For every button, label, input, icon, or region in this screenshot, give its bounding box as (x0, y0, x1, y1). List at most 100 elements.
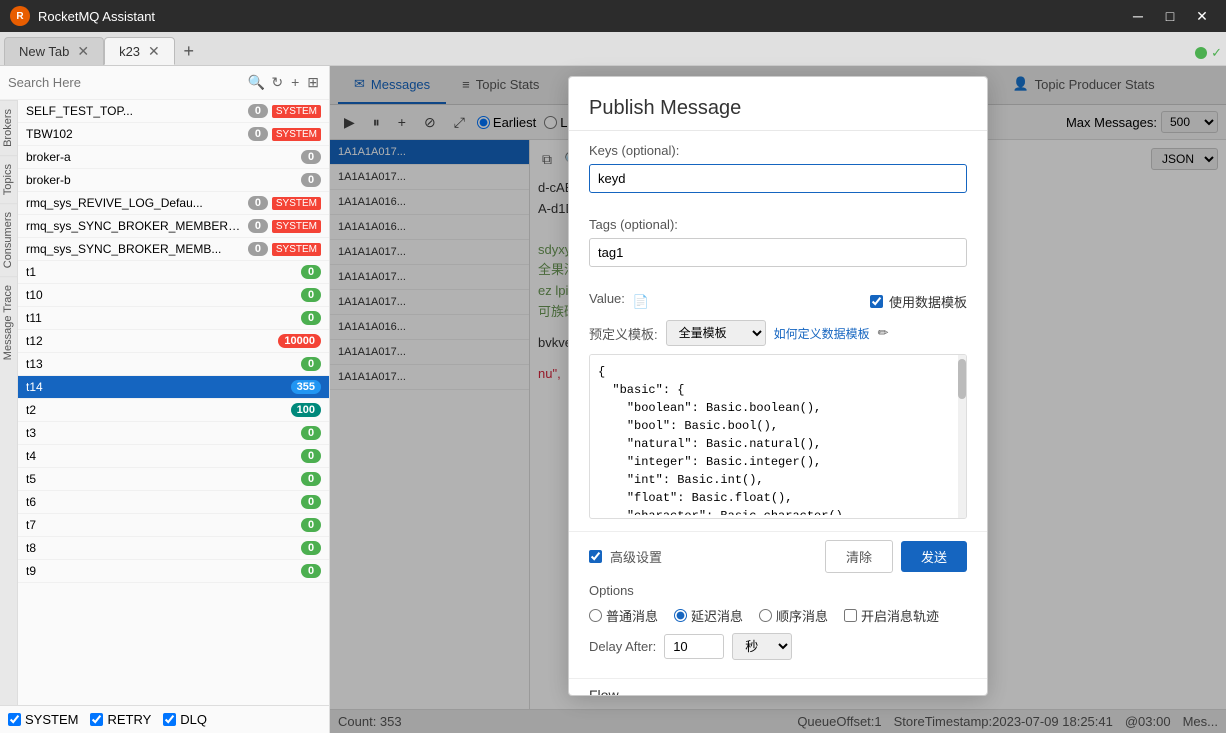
sidebar-item-badge: 0 (248, 219, 268, 233)
use-template-label: 使用数据模板 (889, 292, 967, 311)
file-icon[interactable]: 📄 (633, 294, 649, 310)
sidebar-list-item[interactable]: t30 (18, 422, 329, 445)
sidebar-list-item[interactable]: t90 (18, 560, 329, 583)
tags-input[interactable] (589, 238, 967, 267)
template-row: 预定义模板: 全量模板 如何定义数据模板 ✏ (589, 320, 967, 346)
tab-close-icon[interactable]: ✕ (77, 43, 89, 60)
sidebar-label-message-trace[interactable]: Message Trace (0, 276, 17, 368)
advanced-section: 高级设置 清除 发送 Options 普通消息 延迟消息 (569, 531, 987, 678)
close-button[interactable]: ✕ (1188, 2, 1216, 30)
sidebar-list-item[interactable]: t5 0 (18, 468, 329, 491)
sidebar-item-tag: SYSTEM (272, 197, 321, 210)
tab-add-button[interactable]: + (175, 37, 203, 65)
keys-section: Keys (optional): (569, 131, 987, 205)
sidebar-item-name: t6 (26, 495, 297, 509)
textarea-scrollbar (958, 355, 966, 518)
options-label: Options (589, 583, 967, 598)
template-select[interactable]: 全量模板 (666, 320, 766, 346)
sidebar-item-tag: SYSTEM (272, 105, 321, 118)
tab-new-tab[interactable]: New Tab ✕ (4, 37, 104, 65)
use-template-checkbox[interactable] (870, 295, 883, 308)
sidebar-list-item[interactable]: rmq_sys_SYNC_BROKER_MEMBER_broker-a 0 SYST… (18, 215, 329, 238)
sidebar-list-item[interactable]: t13 0 (18, 353, 329, 376)
sidebar-list-item[interactable]: broker-b0 (18, 169, 329, 192)
sidebar-list-item[interactable]: t100 (18, 284, 329, 307)
delay-unit-select[interactable]: 秒 分 时 (732, 633, 792, 660)
sidebar-list-item[interactable]: rmq_sys_SYNC_BROKER_MEMB...0SYSTEM (18, 238, 329, 261)
sidebar-list-item[interactable]: rmq_sys_REVIVE_LOG_Defau...0SYSTEM (18, 192, 329, 215)
sidebar-item-badge: 0 (301, 472, 321, 486)
tags-label: Tags (optional): (589, 217, 967, 232)
textarea-scrollbar-thumb (958, 359, 966, 399)
sidebar-item-name: t2 (26, 403, 287, 417)
sidebar-vertical-labels: Brokers Topics Consumers Message Trace (0, 100, 18, 705)
checkbox-trace[interactable]: 开启消息轨迹 (844, 606, 939, 625)
maximize-button[interactable]: □ (1156, 2, 1184, 30)
sidebar-item-name: t5 (26, 472, 297, 486)
sidebar-item-tag: SYSTEM (272, 220, 321, 233)
sidebar-item-name: t12 (26, 334, 274, 348)
sidebar-label-topics[interactable]: Topics (0, 155, 17, 203)
sidebar-list-item[interactable]: t10 (18, 261, 329, 284)
send-button[interactable]: 发送 (901, 541, 967, 572)
sidebar-item-badge: 0 (301, 449, 321, 463)
filter-retry[interactable]: RETRY (90, 712, 151, 727)
advanced-checkbox[interactable] (589, 550, 602, 563)
value-row: Value: 📄 使用数据模板 (589, 291, 967, 312)
window-controls: ─ □ ✕ (1124, 2, 1216, 30)
app-icon: R (10, 6, 30, 26)
refresh-icon[interactable]: ↻ (269, 72, 285, 93)
more-icon[interactable]: ⊞ (305, 72, 321, 93)
sidebar-list-item[interactable]: t60 (18, 491, 329, 514)
sidebar-item-badge: 0 (301, 173, 321, 187)
sidebar-item-tag: SYSTEM (272, 128, 321, 141)
sidebar-list-item[interactable]: t2100 (18, 399, 329, 422)
sidebar-item-name: t1 (26, 265, 297, 279)
edit-template-icon[interactable]: ✏ (878, 325, 889, 341)
radio-ordered[interactable]: 顺序消息 (759, 606, 828, 625)
sidebar-list-item[interactable]: TBW1020SYSTEM (18, 123, 329, 146)
sidebar-list-item[interactable]: t1210000 (18, 330, 329, 353)
value-textarea[interactable]: { "basic": { "boolean": Basic.boolean(),… (590, 355, 966, 515)
value-textarea-container: { "basic": { "boolean": Basic.boolean(),… (589, 354, 967, 519)
clear-button[interactable]: 清除 (825, 540, 893, 573)
minimize-button[interactable]: ─ (1124, 2, 1152, 30)
radio-normal[interactable]: 普通消息 (589, 606, 658, 625)
sidebar-label-consumers[interactable]: Consumers (0, 203, 17, 276)
sidebar-list-item[interactable]: t80 (18, 537, 329, 560)
sidebar-label-brokers[interactable]: Brokers (0, 100, 17, 155)
sidebar-list-item[interactable]: t110 (18, 307, 329, 330)
flow-label: Flow (589, 687, 967, 696)
filter-system[interactable]: SYSTEM (8, 712, 78, 727)
define-template-link[interactable]: 如何定义数据模板 (774, 325, 870, 342)
sidebar-list-item[interactable]: SELF_TEST_TOP... 0 SYSTEM (18, 100, 329, 123)
sidebar-item-name: rmq_sys_REVIVE_LOG_Defau... (26, 196, 244, 210)
add-icon[interactable]: + (289, 72, 301, 93)
sidebar-list-item[interactable]: t4 0 (18, 445, 329, 468)
delay-label: Delay After: (589, 639, 656, 654)
sidebar-item-name: t13 (26, 357, 297, 371)
tab-k23[interactable]: k23 ✕ (104, 37, 175, 65)
sidebar-item-name: SELF_TEST_TOP... (26, 104, 244, 118)
app-title: RocketMQ Assistant (38, 9, 1124, 24)
filter-dlq[interactable]: DLQ (163, 712, 207, 727)
sidebar-item-name: t4 (26, 449, 297, 463)
tab-close-active-icon[interactable]: ✕ (148, 43, 160, 60)
sidebar-list-item[interactable]: broker-a0 (18, 146, 329, 169)
use-template-row: 使用数据模板 (870, 292, 967, 311)
delay-input[interactable] (664, 634, 724, 659)
sidebar-item-badge: 0 (301, 357, 321, 371)
sidebar-list-item[interactable]: t70 (18, 514, 329, 537)
sidebar-item-name: rmq_sys_SYNC_BROKER_MEMBER_broker-a (26, 219, 244, 233)
tab-bar: New Tab ✕ k23 ✕ + ✓ (0, 32, 1226, 66)
keys-label: Keys (optional): (589, 143, 967, 158)
search-input[interactable] (8, 75, 244, 90)
radio-delayed[interactable]: 延迟消息 (674, 606, 743, 625)
search-icon: 🔍 (248, 74, 265, 91)
tags-section: Tags (optional): (569, 205, 987, 279)
sidebar-search-bar: 🔍 ↻ + ⊞ (0, 66, 329, 100)
sidebar-item-badge: 0 (248, 104, 268, 118)
sidebar-list-item[interactable]: t14355 (18, 376, 329, 399)
keys-input[interactable] (589, 164, 967, 193)
sidebar-item-badge: 0 (301, 311, 321, 325)
